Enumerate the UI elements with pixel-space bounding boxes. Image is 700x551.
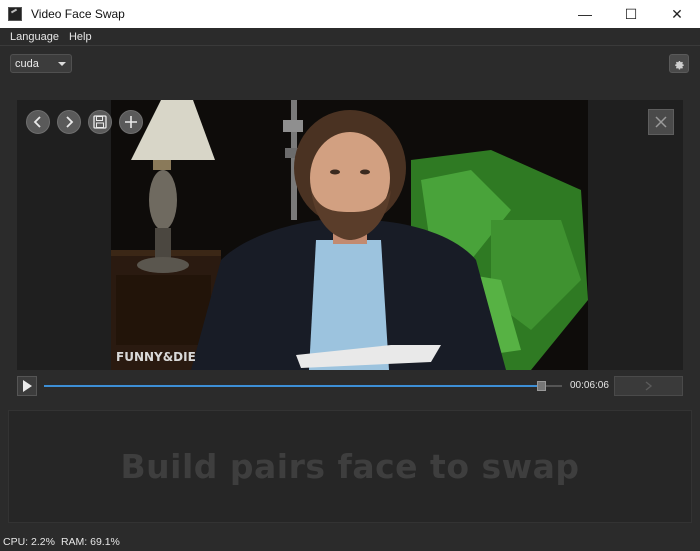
pairs-placeholder: Build pairs face to swap	[120, 447, 580, 486]
seek-handle[interactable]	[537, 381, 547, 391]
app-icon	[8, 7, 22, 21]
cpu-usage: CPU: 2.2%	[3, 536, 55, 548]
save-icon	[93, 115, 107, 129]
title-bar: Video Face Swap — ☐ ✕	[0, 0, 700, 28]
previous-button[interactable]	[26, 110, 50, 134]
chevron-left-icon	[33, 116, 41, 128]
status-bar: CPU: 2.2% RAM: 69.1%	[0, 533, 700, 551]
play-icon	[23, 380, 32, 392]
window-title: Video Face Swap	[31, 7, 125, 21]
swap-button[interactable]	[614, 376, 683, 396]
chevron-down-icon	[58, 62, 66, 66]
face-pairs-panel: Build pairs face to swap	[8, 410, 692, 523]
window-controls: — ☐ ✕	[562, 0, 700, 28]
swap-arrow-icon	[645, 381, 652, 391]
add-button[interactable]	[119, 110, 143, 134]
video-frame: FUNNY&DIE	[111, 100, 588, 370]
ram-usage: RAM: 69.1%	[60, 536, 120, 548]
time-label: 00:06:06	[570, 380, 609, 391]
minimize-button[interactable]: —	[562, 0, 608, 28]
close-window-button[interactable]: ✕	[654, 0, 700, 28]
close-preview-button[interactable]	[648, 109, 674, 135]
menu-language[interactable]: Language	[0, 31, 65, 43]
player-controls: 00:06:06	[17, 376, 683, 398]
gear-icon	[675, 60, 684, 69]
menu-help[interactable]: Help	[65, 31, 98, 43]
add-icon	[125, 116, 137, 128]
video-image	[111, 100, 588, 370]
video-watermark: FUNNY&DIE	[116, 350, 196, 364]
chevron-right-icon	[66, 116, 74, 128]
seek-slider[interactable]	[44, 381, 562, 391]
device-select-value: cuda	[15, 57, 39, 70]
save-button[interactable]	[88, 110, 112, 134]
close-icon	[655, 116, 667, 128]
play-button[interactable]	[17, 376, 37, 396]
settings-button[interactable]	[669, 54, 689, 73]
next-button[interactable]	[57, 110, 81, 134]
seek-progress	[44, 385, 542, 387]
menu-bar: Language Help	[0, 28, 700, 45]
device-select[interactable]: cuda	[10, 54, 72, 73]
maximize-button[interactable]: ☐	[608, 0, 654, 28]
menu-divider	[0, 45, 700, 46]
